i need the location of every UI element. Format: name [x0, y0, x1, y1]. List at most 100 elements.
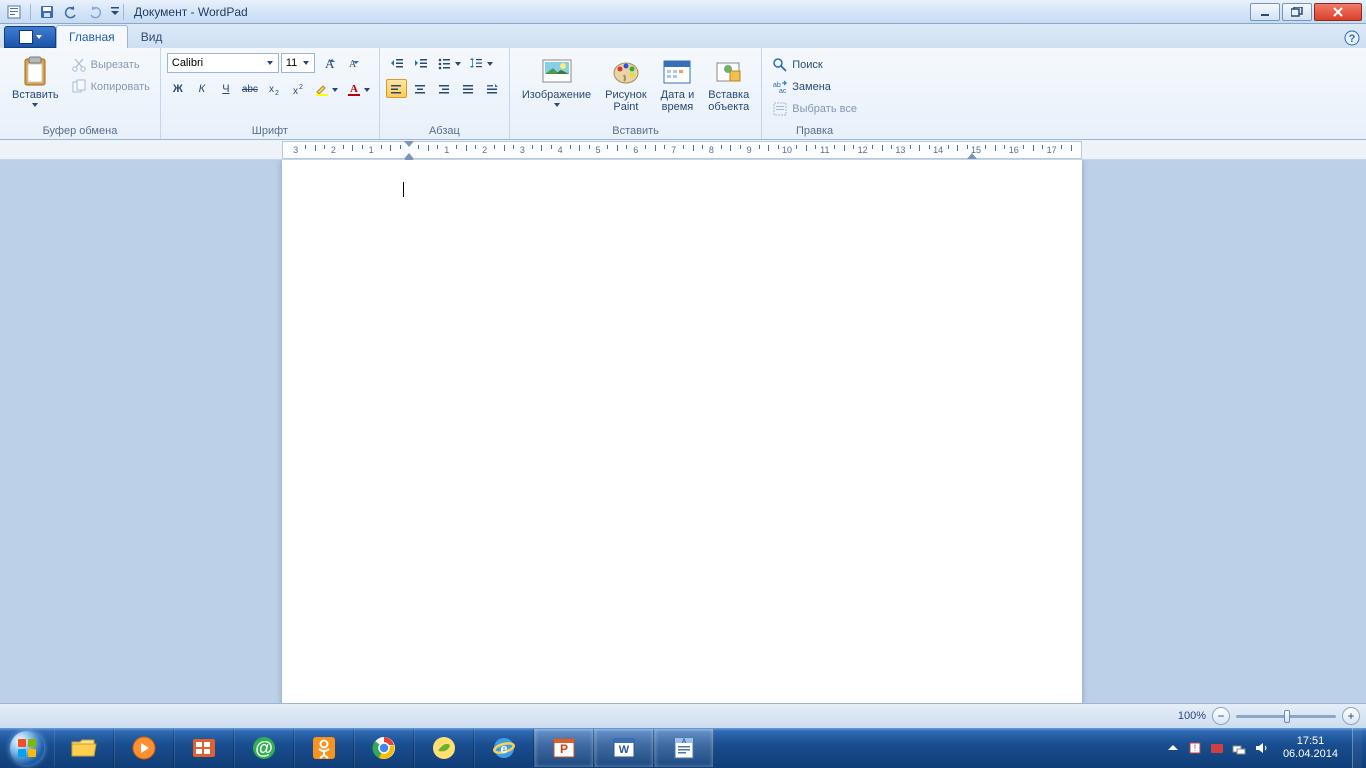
leaf-icon: [430, 734, 458, 762]
taskbar-chrome[interactable]: [354, 729, 414, 767]
paragraph-dialog-button[interactable]: [481, 79, 503, 99]
status-bar: 100% − +: [0, 703, 1366, 728]
subscript-button[interactable]: x2: [263, 79, 285, 99]
dropdown-icon: [554, 103, 560, 107]
underline-button[interactable]: Ч: [215, 79, 237, 99]
start-button[interactable]: [0, 728, 54, 768]
taskbar-wordpad[interactable]: A: [654, 729, 714, 767]
image-icon: [541, 55, 573, 87]
tray-network-icon[interactable]: [1231, 740, 1247, 756]
align-center-button[interactable]: [409, 79, 431, 99]
insert-object-button[interactable]: Вставкаобъекта: [702, 51, 755, 115]
taskbar-odnoklassniki[interactable]: [294, 729, 354, 767]
save-button[interactable]: [37, 2, 57, 22]
tray-show-hidden[interactable]: [1165, 740, 1181, 756]
taskbar: @ e P W A ! 17:51 06.04.2014: [0, 728, 1366, 768]
minimize-button[interactable]: [1250, 3, 1280, 21]
title-bar: Документ - WordPad: [0, 0, 1366, 24]
paint-icon: [610, 55, 642, 87]
taskbar-mail-agent[interactable]: @: [234, 729, 294, 767]
tray-volume-icon[interactable]: [1253, 740, 1269, 756]
font-name-combo[interactable]: Calibri: [167, 53, 279, 73]
zoom-value[interactable]: 100%: [1178, 710, 1206, 722]
find-button[interactable]: Поиск: [768, 55, 826, 75]
italic-button[interactable]: К: [191, 79, 213, 99]
ok-icon: [310, 734, 338, 762]
find-label: Поиск: [792, 59, 822, 71]
scissors-icon: [71, 57, 87, 73]
zoom-slider[interactable]: [1236, 715, 1336, 718]
svg-text:x: x: [269, 84, 274, 95]
replace-button[interactable]: abac Замена: [768, 77, 835, 97]
superscript-button[interactable]: x2: [287, 79, 309, 99]
first-line-indent-marker[interactable]: [404, 141, 414, 147]
taskbar-word[interactable]: W: [594, 729, 654, 767]
maximize-button[interactable]: [1282, 3, 1312, 21]
file-icon: [19, 30, 33, 44]
insert-image-button[interactable]: Изображение: [516, 51, 597, 109]
svg-text:2: 2: [275, 90, 279, 96]
redo-button[interactable]: [85, 2, 105, 22]
grow-font-button[interactable]: A: [317, 53, 339, 73]
paste-button[interactable]: Вставить: [6, 51, 65, 109]
align-right-button[interactable]: [433, 79, 455, 99]
increase-indent-button[interactable]: [410, 53, 432, 73]
chrome-icon: [370, 734, 398, 762]
group-editing: Поиск abac Замена Выбрать все Правка: [762, 48, 867, 139]
document-page[interactable]: [282, 160, 1082, 703]
decrease-indent-button[interactable]: [386, 53, 408, 73]
ribbon-tabs: Главная Вид ?: [0, 24, 1366, 48]
taskbar-app-1[interactable]: [174, 729, 234, 767]
tray-action-center-icon[interactable]: !: [1187, 740, 1203, 756]
at-icon: @: [250, 734, 278, 762]
cut-label: Вырезать: [91, 59, 140, 71]
taskbar-powerpoint[interactable]: P: [534, 729, 594, 767]
calendar-icon: [661, 55, 693, 87]
tab-view[interactable]: Вид: [128, 25, 176, 48]
window-title: Документ - WordPad: [134, 5, 248, 19]
clock-date: 06.04.2014: [1283, 748, 1338, 761]
document-viewport: [0, 160, 1366, 703]
strikethrough-button[interactable]: abc: [239, 79, 261, 99]
media-player-icon: [130, 734, 158, 762]
help-button[interactable]: ?: [1342, 28, 1362, 48]
highlight-color-button[interactable]: [311, 79, 341, 99]
taskbar-ie[interactable]: e: [474, 729, 534, 767]
line-spacing-button[interactable]: [466, 53, 496, 73]
undo-button[interactable]: [61, 2, 81, 22]
replace-label: Замена: [792, 81, 831, 93]
close-button[interactable]: [1314, 3, 1362, 21]
zoom-in-button[interactable]: +: [1342, 707, 1360, 725]
ruler-area: 3211234567891011121314151617: [0, 140, 1366, 160]
svg-text:e: e: [500, 741, 507, 756]
group-clipboard: Вставить Вырезать Копировать Буфер обмен…: [0, 48, 161, 139]
system-tray: ! 17:51 06.04.2014: [1165, 728, 1366, 768]
taskbar-app-2[interactable]: [414, 729, 474, 767]
qat-separator: [123, 4, 124, 20]
taskbar-explorer[interactable]: [54, 729, 114, 767]
cut-button: Вырезать: [67, 55, 154, 75]
insert-paint-label: РисунокPaint: [605, 89, 647, 113]
taskbar-media-player[interactable]: [114, 729, 174, 767]
wordpad-icon[interactable]: [4, 2, 24, 22]
svg-text:W: W: [619, 744, 630, 756]
tab-home[interactable]: Главная: [56, 25, 128, 48]
zoom-out-button[interactable]: −: [1212, 707, 1230, 725]
group-label-editing: Правка: [768, 123, 861, 139]
font-color-button[interactable]: A: [343, 79, 373, 99]
bold-button[interactable]: Ж: [167, 79, 189, 99]
zoom-slider-thumb[interactable]: [1284, 710, 1290, 723]
insert-paint-button[interactable]: РисунокPaint: [599, 51, 653, 115]
tray-app-icon[interactable]: [1209, 740, 1225, 756]
bullet-list-button[interactable]: [434, 53, 464, 73]
shrink-font-button[interactable]: A: [341, 53, 363, 73]
align-left-button[interactable]: [386, 79, 407, 98]
show-desktop-button[interactable]: [1352, 728, 1362, 768]
font-size-combo[interactable]: 11: [281, 53, 315, 73]
horizontal-ruler[interactable]: 3211234567891011121314151617: [282, 141, 1082, 159]
qat-customize[interactable]: [109, 2, 121, 22]
taskbar-clock[interactable]: 17:51 06.04.2014: [1275, 735, 1346, 761]
file-menu-button[interactable]: [4, 26, 56, 48]
insert-datetime-button[interactable]: Дата ивремя: [655, 51, 701, 115]
align-justify-button[interactable]: [457, 79, 479, 99]
